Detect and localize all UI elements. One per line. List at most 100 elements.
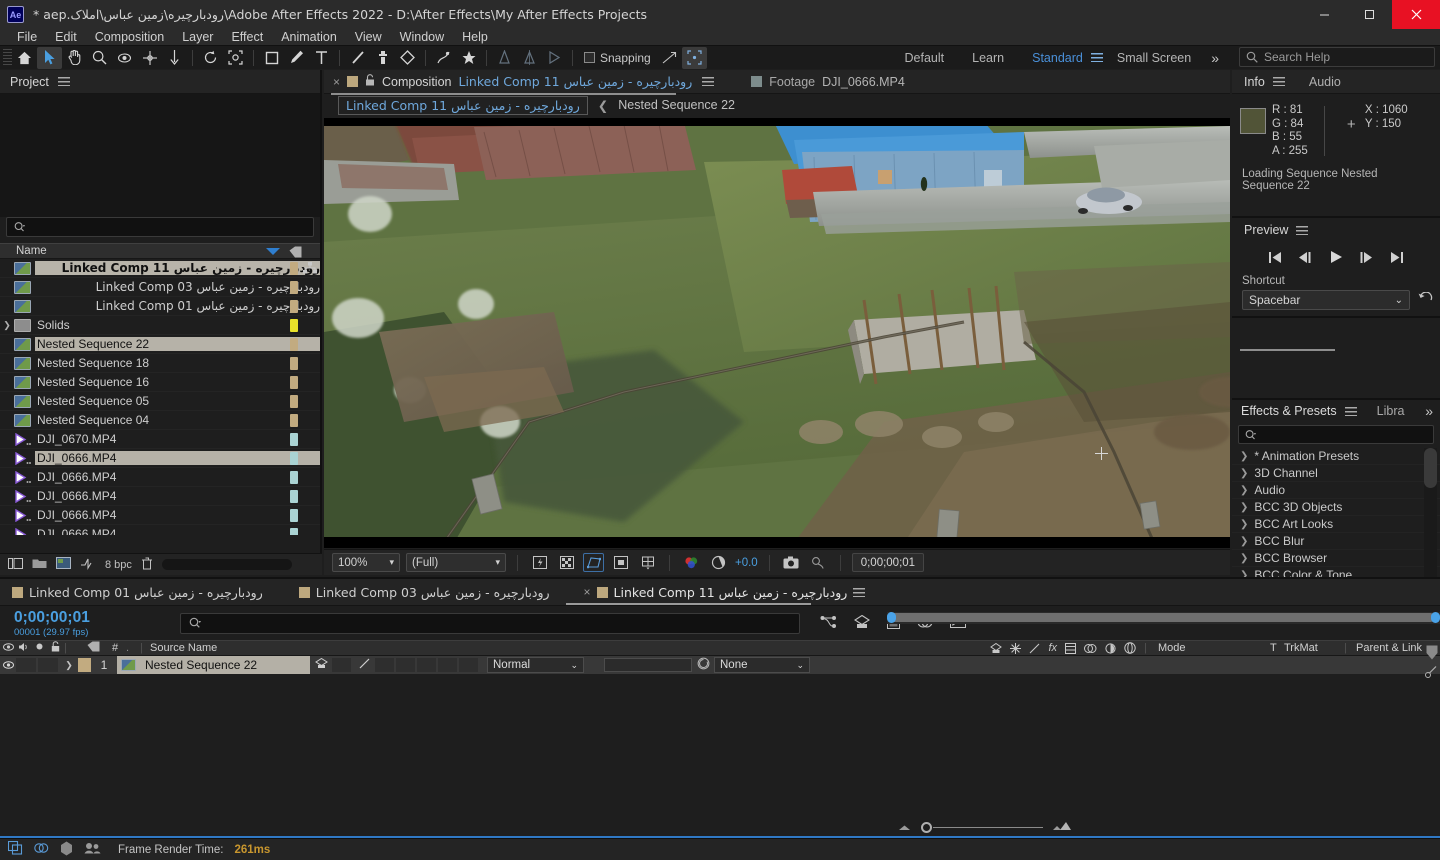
transparency-grid-icon[interactable] [556, 553, 577, 572]
layer-trkmat-select[interactable] [604, 658, 692, 672]
layer-shy-switch[interactable] [332, 658, 351, 672]
snapping-toggle[interactable]: Snapping [584, 51, 651, 65]
mode-column-header[interactable]: Mode [1150, 642, 1270, 654]
minimize-button[interactable] [1302, 0, 1347, 29]
close-tab-icon[interactable]: × [584, 585, 591, 599]
chevron-right-icon[interactable]: ❯ [1240, 519, 1248, 530]
project-panel-menu-icon[interactable] [57, 77, 70, 86]
project-item-label-color[interactable] [290, 375, 298, 389]
comp-panel-menu-icon[interactable] [702, 77, 715, 86]
zoom-tool-icon[interactable] [87, 47, 112, 69]
solo-icon[interactable] [32, 642, 46, 654]
effects-category-row[interactable]: ❯ BCC Blur [1232, 533, 1440, 550]
toolbar-grip[interactable] [3, 48, 12, 67]
team-projects-icon[interactable] [84, 842, 101, 857]
project-item-row[interactable]: Nested Sequence 16 [0, 373, 320, 392]
timeline-zoom-slider-knob[interactable] [921, 821, 932, 833]
align-right-icon[interactable] [542, 47, 567, 69]
comp-tab-name[interactable]: رودبارچیره - زمین عباس Linked Comp 11 [459, 74, 693, 89]
menu-composition[interactable]: Composition [86, 29, 173, 45]
snapping-checkbox[interactable] [584, 52, 595, 63]
timeline-zoom-slider-track[interactable] [933, 826, 1043, 828]
search-help-field[interactable]: Search Help [1239, 47, 1435, 67]
chevron-right-icon[interactable]: ❯ [1240, 451, 1248, 462]
align-center-icon[interactable] [517, 47, 542, 69]
exposure-icon[interactable] [708, 553, 729, 572]
project-item-label-color[interactable] [290, 451, 298, 465]
effects-overflow-icon[interactable]: » [1425, 403, 1433, 419]
chevron-right-icon[interactable]: ❯ [1240, 468, 1248, 479]
layer-3d-toggle[interactable] [459, 658, 478, 672]
project-item-row[interactable]: DJI_0666.MP4 [0, 449, 320, 468]
project-column-header[interactable]: Name [0, 243, 320, 259]
mask-visibility-icon[interactable] [583, 553, 604, 572]
project-item-label-color[interactable] [290, 337, 298, 351]
workspace-learn[interactable]: Learn [958, 51, 1018, 65]
breadcrumb-active-comp[interactable]: رودبارچیره - زمین عباس Linked Comp 11 [338, 95, 588, 115]
selection-tool-icon[interactable] [37, 46, 62, 69]
current-timecode[interactable]: 0;00;00;01 [0, 609, 172, 627]
layer-label-color[interactable] [78, 658, 91, 672]
channel-select-icon[interactable] [681, 553, 702, 572]
workspace-menu-icon[interactable] [1090, 53, 1103, 62]
zoom-level-select[interactable]: 100% ▾ [332, 553, 400, 572]
video-visibility-icon[interactable] [0, 642, 16, 654]
menu-effect[interactable]: Effect [222, 29, 272, 45]
project-item-list[interactable]: رودبارچیره - زمین عباس Linked Comp 11 رود… [0, 259, 320, 535]
orbit-tool-icon[interactable] [112, 47, 137, 69]
play-button[interactable] [1329, 250, 1343, 267]
shape-overlap-icon[interactable] [34, 841, 49, 858]
brush-tool-icon[interactable] [345, 47, 370, 69]
project-item-label-color[interactable] [290, 470, 298, 484]
project-item-label-color[interactable] [290, 508, 298, 522]
exposure-value[interactable]: +0.0 [735, 557, 758, 569]
project-item-label-cell[interactable] [298, 487, 320, 505]
eraser-tool-icon[interactable] [395, 47, 420, 69]
audio-icon[interactable] [16, 642, 32, 655]
timeline-top-scrollbar[interactable] [887, 612, 1440, 624]
project-item-label-color[interactable] [290, 432, 298, 446]
tab-info[interactable]: Info [1244, 75, 1265, 89]
dolly-tool-icon[interactable] [162, 47, 187, 69]
project-item-row[interactable]: DJI_0666.MP4 [0, 525, 320, 535]
project-item-label-color[interactable] [290, 356, 298, 370]
source-name-column-header[interactable]: Source Name [146, 642, 217, 654]
timeline-tab[interactable]: رودبارچیره - زمین عباس Linked Comp 01 [12, 585, 263, 600]
project-item-label-color[interactable] [290, 489, 298, 503]
last-frame-button[interactable] [1390, 251, 1404, 267]
menu-window[interactable]: Window [391, 29, 453, 45]
workspace-standard[interactable]: Standard [1018, 51, 1091, 65]
layer-motion-blur-switch[interactable] [417, 658, 436, 672]
workspace-default[interactable]: Default [891, 51, 959, 65]
layer-bar-options-icon[interactable] [1424, 665, 1438, 679]
project-item-row[interactable]: DJI_0666.MP4 [0, 506, 320, 525]
project-item-row[interactable]: رودبارچیره - زمین عباس Linked Comp 03 [0, 278, 320, 297]
effects-search-input[interactable] [1238, 425, 1434, 444]
layer-parent-select[interactable]: None ⌄ [714, 657, 810, 673]
project-item-label-cell[interactable] [298, 278, 320, 296]
next-frame-button[interactable] [1359, 251, 1374, 267]
home-icon[interactable] [12, 47, 37, 69]
clone-stamp-tool-icon[interactable] [370, 47, 395, 69]
layer-video-toggle[interactable] [0, 658, 16, 672]
snapping-options-icon[interactable] [657, 47, 682, 69]
layer-3d-switch[interactable] [310, 657, 332, 672]
project-item-label-color[interactable] [290, 413, 298, 427]
region-of-interest-icon[interactable] [610, 553, 631, 572]
new-footage-icon[interactable] [8, 557, 23, 573]
layer-adjustment-switch[interactable] [438, 658, 457, 672]
project-item-label-cell[interactable] [298, 449, 320, 467]
puppet-pin-tool-icon[interactable] [431, 47, 456, 69]
menu-animation[interactable]: Animation [272, 29, 346, 45]
t-column-header[interactable]: T [1270, 642, 1284, 654]
effects-category-row[interactable]: ❯ BCC 3D Objects [1232, 499, 1440, 516]
timeline-tabbar[interactable]: رودبارچیره - زمین عباس Linked Comp 01 رود… [0, 579, 1440, 606]
duplicate-layers-icon[interactable] [7, 840, 23, 858]
project-item-row[interactable]: Nested Sequence 18 [0, 354, 320, 373]
snapshot-icon[interactable] [781, 553, 802, 572]
tab-preview[interactable]: Preview [1244, 223, 1288, 237]
maximize-button[interactable] [1347, 0, 1392, 29]
composition-mini-flowchart-icon[interactable] [820, 615, 837, 632]
delete-icon[interactable] [141, 557, 153, 573]
effects-scrollbar-thumb[interactable] [1424, 448, 1437, 488]
